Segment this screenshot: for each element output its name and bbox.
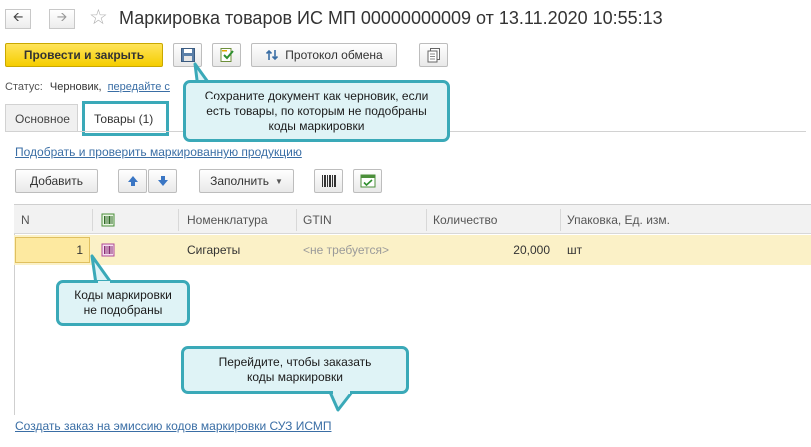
callout-save-draft: Сохраните документ как черновик, если ес… — [183, 80, 450, 142]
callout-tail-join — [98, 281, 110, 287]
callout-go-order-text: Перейдите, чтобы заказать коды маркировк… — [218, 355, 372, 384]
callout-save-draft-text: Сохраните документ как черновик, если ес… — [204, 88, 429, 133]
callout-go-order: Перейдите, чтобы заказать коды маркировк… — [181, 346, 409, 394]
callout-tail-join — [333, 388, 350, 394]
callout-codes-not-selected: Коды маркировки не подобраны — [56, 280, 190, 326]
callout-codes-not-selected-text: Коды маркировки не подобраны — [74, 288, 172, 317]
callout-tail-join — [203, 99, 217, 105]
callout-pointer — [328, 390, 354, 412]
